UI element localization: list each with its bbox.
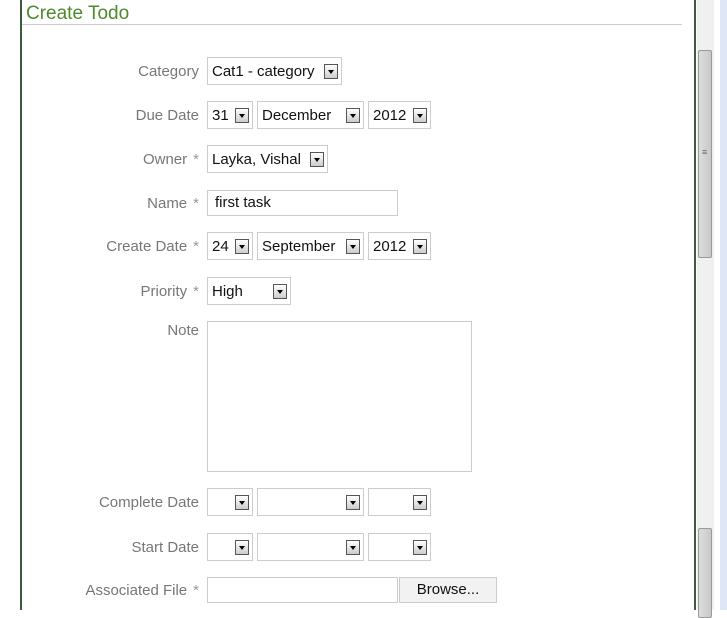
complete-year-select[interactable]	[368, 488, 431, 516]
chevron-down-icon	[413, 108, 427, 123]
name-input[interactable]: first task	[207, 190, 398, 216]
complete-day-select[interactable]	[207, 488, 253, 516]
chevron-down-icon	[324, 64, 338, 79]
start-year-select[interactable]	[368, 533, 431, 561]
chevron-down-icon	[346, 540, 360, 555]
priority-select[interactable]: High	[207, 277, 291, 305]
note-textarea[interactable]	[207, 321, 472, 472]
form-panel	[20, 0, 696, 610]
start-day-select[interactable]	[207, 533, 253, 561]
due-month-select[interactable]: December	[257, 101, 364, 129]
chevron-down-icon	[413, 239, 427, 254]
chevron-down-icon	[310, 152, 324, 167]
chevron-down-icon	[235, 540, 249, 555]
title-divider	[22, 24, 682, 25]
chevron-down-icon	[235, 239, 249, 254]
scrollbar-thumb-lower[interactable]	[698, 528, 712, 618]
create-year-select[interactable]: 2012	[368, 232, 431, 260]
file-path-input[interactable]	[207, 577, 398, 603]
chevron-down-icon	[413, 540, 427, 555]
chevron-down-icon	[346, 239, 360, 254]
create-date-label: Create Date *	[106, 238, 199, 255]
outer-scrollbar-edge	[720, 0, 727, 610]
scrollbar[interactable]: ≡	[697, 0, 714, 618]
chevron-down-icon	[235, 495, 249, 510]
browse-button[interactable]: Browse...	[399, 577, 497, 603]
create-day-select[interactable]: 24	[207, 232, 253, 260]
category-select[interactable]: Cat1 - category	[207, 57, 342, 85]
create-month-select[interactable]: September	[257, 232, 364, 260]
associated-file-label: Associated File *	[85, 582, 199, 599]
chevron-down-icon	[413, 495, 427, 510]
page-title: Create Todo	[26, 3, 130, 24]
start-month-select[interactable]	[257, 533, 364, 561]
complete-month-select[interactable]	[257, 488, 364, 516]
due-year-select[interactable]: 2012	[368, 101, 431, 129]
chevron-down-icon	[235, 108, 249, 123]
priority-label: Priority *	[140, 283, 199, 300]
scrollbar-thumb[interactable]: ≡	[698, 50, 712, 258]
chevron-down-icon	[346, 495, 360, 510]
complete-date-label: Complete Date	[98, 494, 199, 511]
due-day-select[interactable]: 31	[207, 101, 253, 129]
note-label: Note	[167, 322, 199, 339]
owner-select[interactable]: Layka, Vishal	[207, 145, 328, 173]
category-label: Category	[138, 63, 199, 80]
grip-icon: ≡	[702, 147, 708, 157]
owner-label: Owner *	[142, 151, 199, 168]
chevron-down-icon	[346, 108, 360, 123]
chevron-down-icon	[273, 284, 287, 299]
start-date-label: Start Date	[131, 539, 199, 556]
due-date-label: Due Date	[135, 107, 199, 124]
name-label: Name *	[147, 195, 199, 212]
